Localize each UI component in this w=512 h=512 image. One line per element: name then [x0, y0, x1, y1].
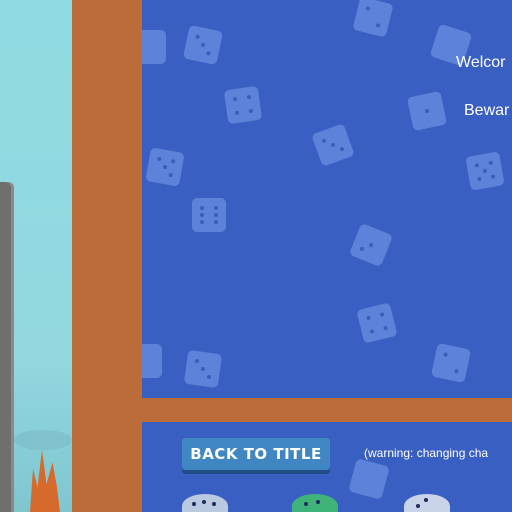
die-icon: [182, 24, 224, 66]
warning-message: (warning: changing cha: [364, 446, 489, 460]
wood-frame-left: [72, 0, 142, 512]
die-icon: [142, 344, 162, 378]
die-icon: [356, 302, 398, 344]
dice-choice-icon[interactable]: [182, 494, 228, 512]
die-icon: [465, 151, 505, 191]
die-icon: [192, 198, 226, 232]
die-icon: [348, 222, 394, 268]
die-icon: [406, 90, 448, 132]
dice-choice-icon[interactable]: [404, 494, 450, 512]
back-to-title-button[interactable]: BACK TO TITLE: [182, 438, 330, 470]
background-post: [0, 182, 14, 512]
die-icon: [311, 123, 355, 167]
main-panel: Welcor Bewar: [142, 0, 512, 398]
welcome-message: Welcor: [456, 54, 506, 71]
die-icon: [142, 30, 166, 64]
dice-choice-icon[interactable]: [292, 494, 338, 512]
die-icon: [430, 342, 472, 384]
die-icon: [223, 85, 263, 125]
dice-choice-row: [142, 494, 512, 512]
die-icon: [183, 349, 223, 389]
bottom-panel: BACK TO TITLE (warning: changing cha: [142, 422, 512, 512]
background-sand: [14, 430, 72, 450]
die-icon: [352, 0, 394, 38]
beware-message: Bewar: [464, 102, 510, 119]
die-icon: [145, 147, 185, 187]
wood-frame-divider: [142, 398, 512, 422]
